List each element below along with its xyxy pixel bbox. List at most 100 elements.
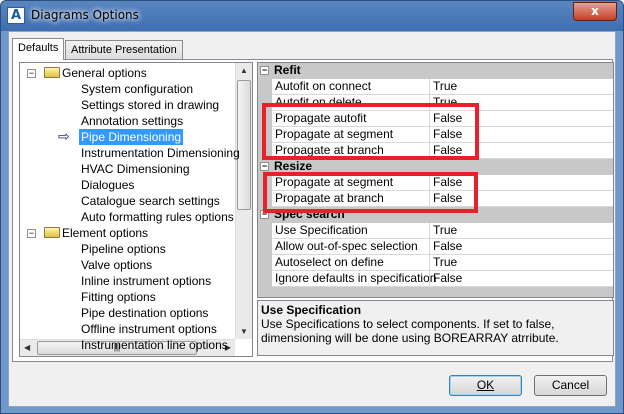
tree-item[interactable]: Instrumentation Dimensioning bbox=[20, 145, 240, 161]
tree-item-label: Annotation settings bbox=[81, 114, 184, 128]
collapse-icon[interactable]: − bbox=[27, 69, 36, 78]
tree-item-label: HVAC Dimensioning bbox=[81, 162, 190, 176]
tree-item[interactable]: Dialogues bbox=[20, 177, 235, 193]
property-row[interactable]: Autofit on connect True bbox=[272, 79, 613, 95]
tree-item-label: Settings stored in drawing bbox=[81, 98, 220, 112]
property-name: Autofit on connect bbox=[275, 79, 372, 93]
tree-group[interactable]: − General options bbox=[20, 65, 235, 81]
property-name: Ignore defaults in specification bbox=[275, 271, 437, 285]
property-name: Propagate at branch bbox=[275, 143, 384, 157]
tree-item-label: Valve options bbox=[81, 258, 153, 272]
grid-section-header[interactable]: − Refit bbox=[258, 63, 613, 79]
tree-item[interactable]: Auto formatting rules options bbox=[20, 209, 235, 225]
property-value[interactable]: False bbox=[429, 175, 462, 190]
tree-item-label: Inline instrument options bbox=[81, 274, 212, 288]
current-arrow-icon: ⇨ bbox=[58, 128, 70, 144]
property-row[interactable]: Propagate at segment False bbox=[272, 127, 613, 143]
grid-section-header[interactable]: − Resize bbox=[258, 159, 613, 175]
tree-item[interactable]: Annotation settings bbox=[20, 113, 235, 129]
folder-icon bbox=[44, 227, 60, 238]
description-panel: Use Specification Use Specifications to … bbox=[257, 300, 614, 356]
tab-attribute-presentation[interactable]: Attribute Presentation bbox=[65, 40, 183, 59]
tree-item[interactable]: Fitting options bbox=[20, 289, 235, 305]
property-value[interactable]: True bbox=[429, 223, 457, 238]
tree-vertical-scrollbar[interactable]: ▲ ▼ bbox=[235, 63, 252, 339]
collapse-icon[interactable]: − bbox=[260, 66, 269, 75]
tree-item-label: Dialogues bbox=[81, 178, 135, 192]
property-value[interactable]: False bbox=[429, 271, 462, 286]
property-value[interactable]: False bbox=[429, 191, 462, 206]
collapse-icon[interactable]: − bbox=[260, 162, 269, 171]
property-value[interactable]: True bbox=[429, 79, 457, 94]
title-bar[interactable]: A Diagrams Options x bbox=[1, 1, 623, 31]
scroll-up-icon[interactable]: ▲ bbox=[240, 66, 248, 75]
dialog-window: A Diagrams Options x Defaults Attribute … bbox=[0, 0, 624, 414]
collapse-icon[interactable]: − bbox=[260, 210, 269, 219]
tab-panel: ▲ ▼ ◀ ||| ▶ − General options System confi… bbox=[12, 59, 614, 362]
property-name: Propagate at segment bbox=[275, 175, 394, 189]
section-title: Spec search bbox=[274, 207, 345, 221]
grid-section-header[interactable]: − Spec search bbox=[258, 207, 613, 223]
tree-group-label: General options bbox=[62, 66, 147, 80]
property-row[interactable]: Use Specification True bbox=[272, 223, 613, 239]
window-title: Diagrams Options bbox=[31, 8, 139, 22]
close-button[interactable]: x bbox=[573, 2, 617, 21]
collapse-icon[interactable]: − bbox=[27, 229, 36, 238]
tree-item-label: Instrumentation line options bbox=[81, 338, 228, 352]
tab-defaults[interactable]: Defaults bbox=[12, 38, 65, 60]
cancel-button[interactable]: Cancel bbox=[534, 375, 607, 396]
tree-item[interactable]: ⇨ Pipe Dimensioning bbox=[20, 128, 235, 145]
property-value[interactable]: True bbox=[429, 255, 457, 270]
tree-item[interactable]: Catalogue search settings bbox=[20, 193, 235, 209]
tree-item[interactable]: Inline instrument options bbox=[20, 273, 235, 289]
property-value[interactable]: False bbox=[429, 127, 462, 142]
tree-item-label: Pipeline options bbox=[81, 242, 166, 256]
section-title: Refit bbox=[274, 63, 301, 77]
property-row[interactable]: Allow out-of-spec selection False bbox=[272, 239, 613, 255]
scroll-down-icon[interactable]: ▼ bbox=[240, 327, 248, 336]
tree-item[interactable]: Settings stored in drawing bbox=[20, 97, 235, 113]
tree-item[interactable]: System configuration bbox=[20, 81, 235, 97]
folder-icon bbox=[44, 67, 60, 78]
tree-item-label: Auto formatting rules options bbox=[81, 210, 234, 224]
property-row[interactable]: Propagate at branch False bbox=[272, 191, 613, 207]
tree-item[interactable]: Offline instrument options bbox=[20, 321, 235, 337]
app-icon: A bbox=[7, 7, 25, 24]
property-row[interactable]: Propagate at segment False bbox=[272, 175, 613, 191]
property-value[interactable]: True bbox=[429, 95, 457, 110]
ok-button[interactable]: OK bbox=[449, 375, 522, 396]
property-row[interactable]: Propagate at branch False bbox=[272, 143, 613, 159]
options-tree[interactable]: ▲ ▼ ◀ ||| ▶ − General options System confi… bbox=[19, 62, 253, 357]
tree-group-label: Element options bbox=[62, 226, 149, 240]
description-title: Use Specification bbox=[261, 303, 362, 317]
property-name: Allow out-of-spec selection bbox=[275, 239, 418, 253]
tree-item-label: Instrumentation Dimensioning bbox=[81, 146, 240, 160]
tree-item[interactable]: Pipeline options bbox=[20, 241, 235, 257]
cancel-label: Cancel bbox=[551, 378, 590, 392]
tree-item-label: Pipe Dimensioning bbox=[79, 129, 184, 145]
tree-item-label: Pipe destination options bbox=[81, 306, 209, 320]
ok-label: OK bbox=[476, 378, 495, 392]
property-row[interactable]: Autoselect on define True bbox=[272, 255, 613, 271]
property-value[interactable]: False bbox=[429, 111, 462, 126]
property-row[interactable]: Autofit on delete True bbox=[272, 95, 613, 111]
tree-item[interactable]: Valve options bbox=[20, 257, 235, 273]
description-text: Use Specifications to select components.… bbox=[261, 317, 559, 345]
property-name: Propagate at segment bbox=[275, 127, 394, 141]
property-row[interactable]: Ignore defaults in specification False bbox=[272, 271, 613, 287]
property-value[interactable]: False bbox=[429, 143, 462, 158]
tree-item-label: Catalogue search settings bbox=[81, 194, 220, 208]
tree-item[interactable]: Pipe destination options bbox=[20, 305, 235, 321]
tree-item-label: Fitting options bbox=[81, 290, 156, 304]
property-value[interactable]: False bbox=[429, 239, 462, 254]
tree-group[interactable]: − Element options bbox=[20, 225, 235, 241]
property-grid[interactable]: − Refit Autofit on connect True Autofit on d… bbox=[257, 62, 614, 298]
property-row[interactable]: Propagate autofit False bbox=[272, 111, 613, 127]
property-name: Use Specification bbox=[275, 223, 368, 237]
tree-item[interactable]: HVAC Dimensioning bbox=[20, 161, 235, 177]
property-name: Autofit on delete bbox=[275, 95, 362, 109]
tree-item-label: Offline instrument options bbox=[81, 322, 217, 336]
tree-item-label: System configuration bbox=[81, 82, 194, 96]
property-name: Propagate autofit bbox=[275, 111, 367, 125]
tree-item[interactable]: Instrumentation line options bbox=[20, 337, 235, 353]
